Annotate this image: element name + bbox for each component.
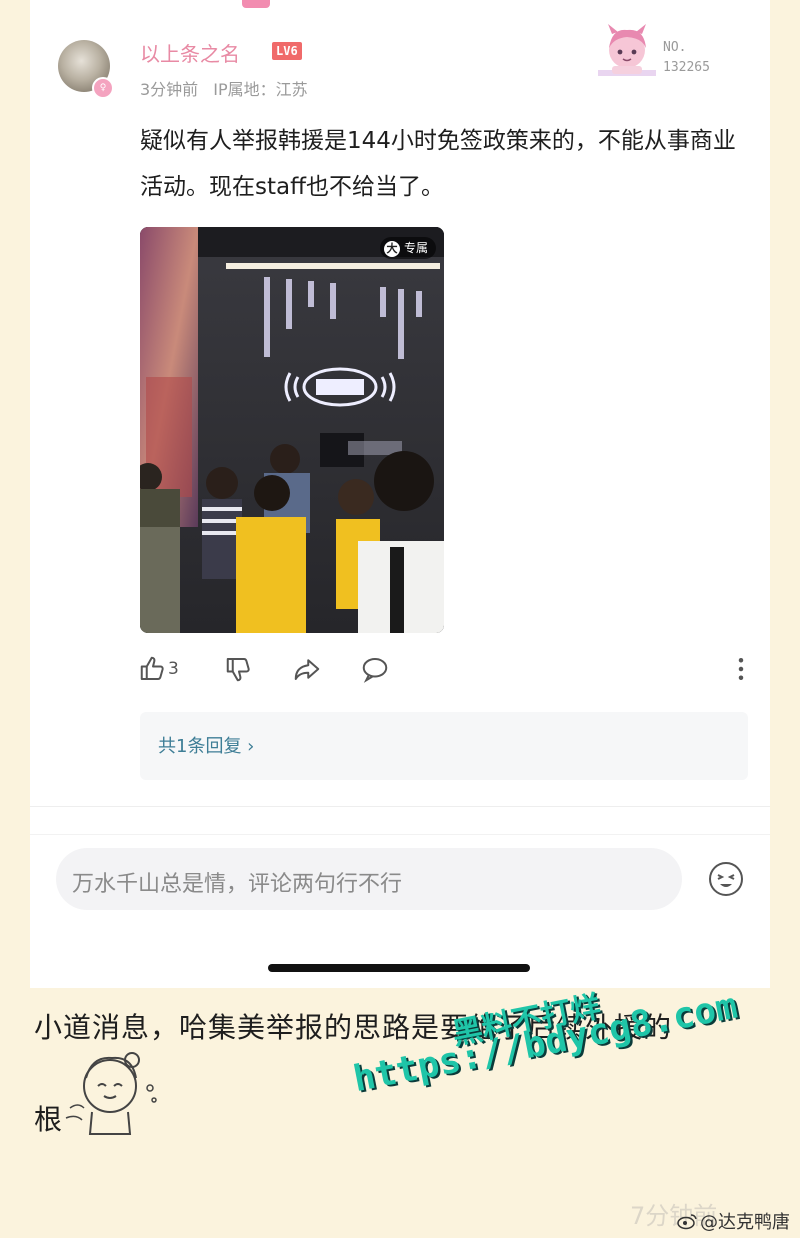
anime-girl-sticker-icon bbox=[598, 24, 656, 76]
weibo-icon bbox=[677, 1214, 697, 1230]
view-replies-link[interactable]: 共1条回复 › bbox=[158, 732, 254, 758]
badge-number: 132265 bbox=[663, 60, 710, 75]
post-meta: 3分钟前 IP属地：江苏 bbox=[140, 76, 318, 100]
badge-label: NO. bbox=[663, 40, 687, 55]
username[interactable]: 以上条之名 bbox=[140, 38, 240, 67]
thumbs-down-icon bbox=[226, 658, 250, 682]
comment-input[interactable]: 万水千山总是情，评论两句行不行 bbox=[56, 848, 682, 910]
image-tag-label: 专属 bbox=[403, 241, 428, 255]
replies-panel[interactable]: 共1条回复 › bbox=[140, 712, 748, 780]
more-options-button[interactable] bbox=[726, 652, 756, 686]
dislike-button[interactable] bbox=[224, 652, 254, 686]
weibo-credit: @达克鸭唐 bbox=[676, 1208, 790, 1234]
level-badge: LV6 bbox=[272, 42, 302, 60]
chibi-girl-sticker-icon bbox=[65, 1052, 157, 1135]
caption-line-2: 根 bbox=[34, 1103, 63, 1136]
event-booth-photo bbox=[140, 227, 444, 633]
action-bar: 3 bbox=[138, 652, 748, 686]
avatar-badge-icon: ♀ bbox=[92, 77, 114, 99]
share-icon bbox=[294, 659, 320, 680]
thumbs-up-icon bbox=[140, 656, 164, 680]
like-count: 3 bbox=[168, 659, 179, 679]
emoji-icon[interactable] bbox=[707, 860, 745, 898]
more-vertical-icon bbox=[738, 658, 744, 680]
top-indicator bbox=[242, 0, 270, 8]
comment-button[interactable] bbox=[360, 652, 390, 686]
image-tag-icon: 大 bbox=[383, 241, 400, 257]
comment-placeholder: 万水千山总是情，评论两句行不行 bbox=[72, 872, 403, 897]
comment-bubble-icon bbox=[362, 658, 388, 683]
divider bbox=[30, 834, 770, 835]
like-button[interactable]: 3 bbox=[138, 652, 179, 686]
share-button[interactable] bbox=[292, 652, 322, 686]
credit-handle: @达克鸭唐 bbox=[700, 1212, 790, 1233]
post-text: 疑似有人举报韩援是144小时免签政策来的，不能从事商业活动。现在staff也不给… bbox=[140, 128, 736, 200]
image-tag: 大专属 bbox=[379, 237, 436, 259]
post-time: 3分钟前 bbox=[140, 80, 199, 99]
post-image[interactable]: 大专属 bbox=[140, 227, 444, 633]
ip-location: IP属地：江苏 bbox=[213, 80, 308, 99]
divider bbox=[30, 806, 770, 807]
home-indicator bbox=[268, 964, 530, 972]
